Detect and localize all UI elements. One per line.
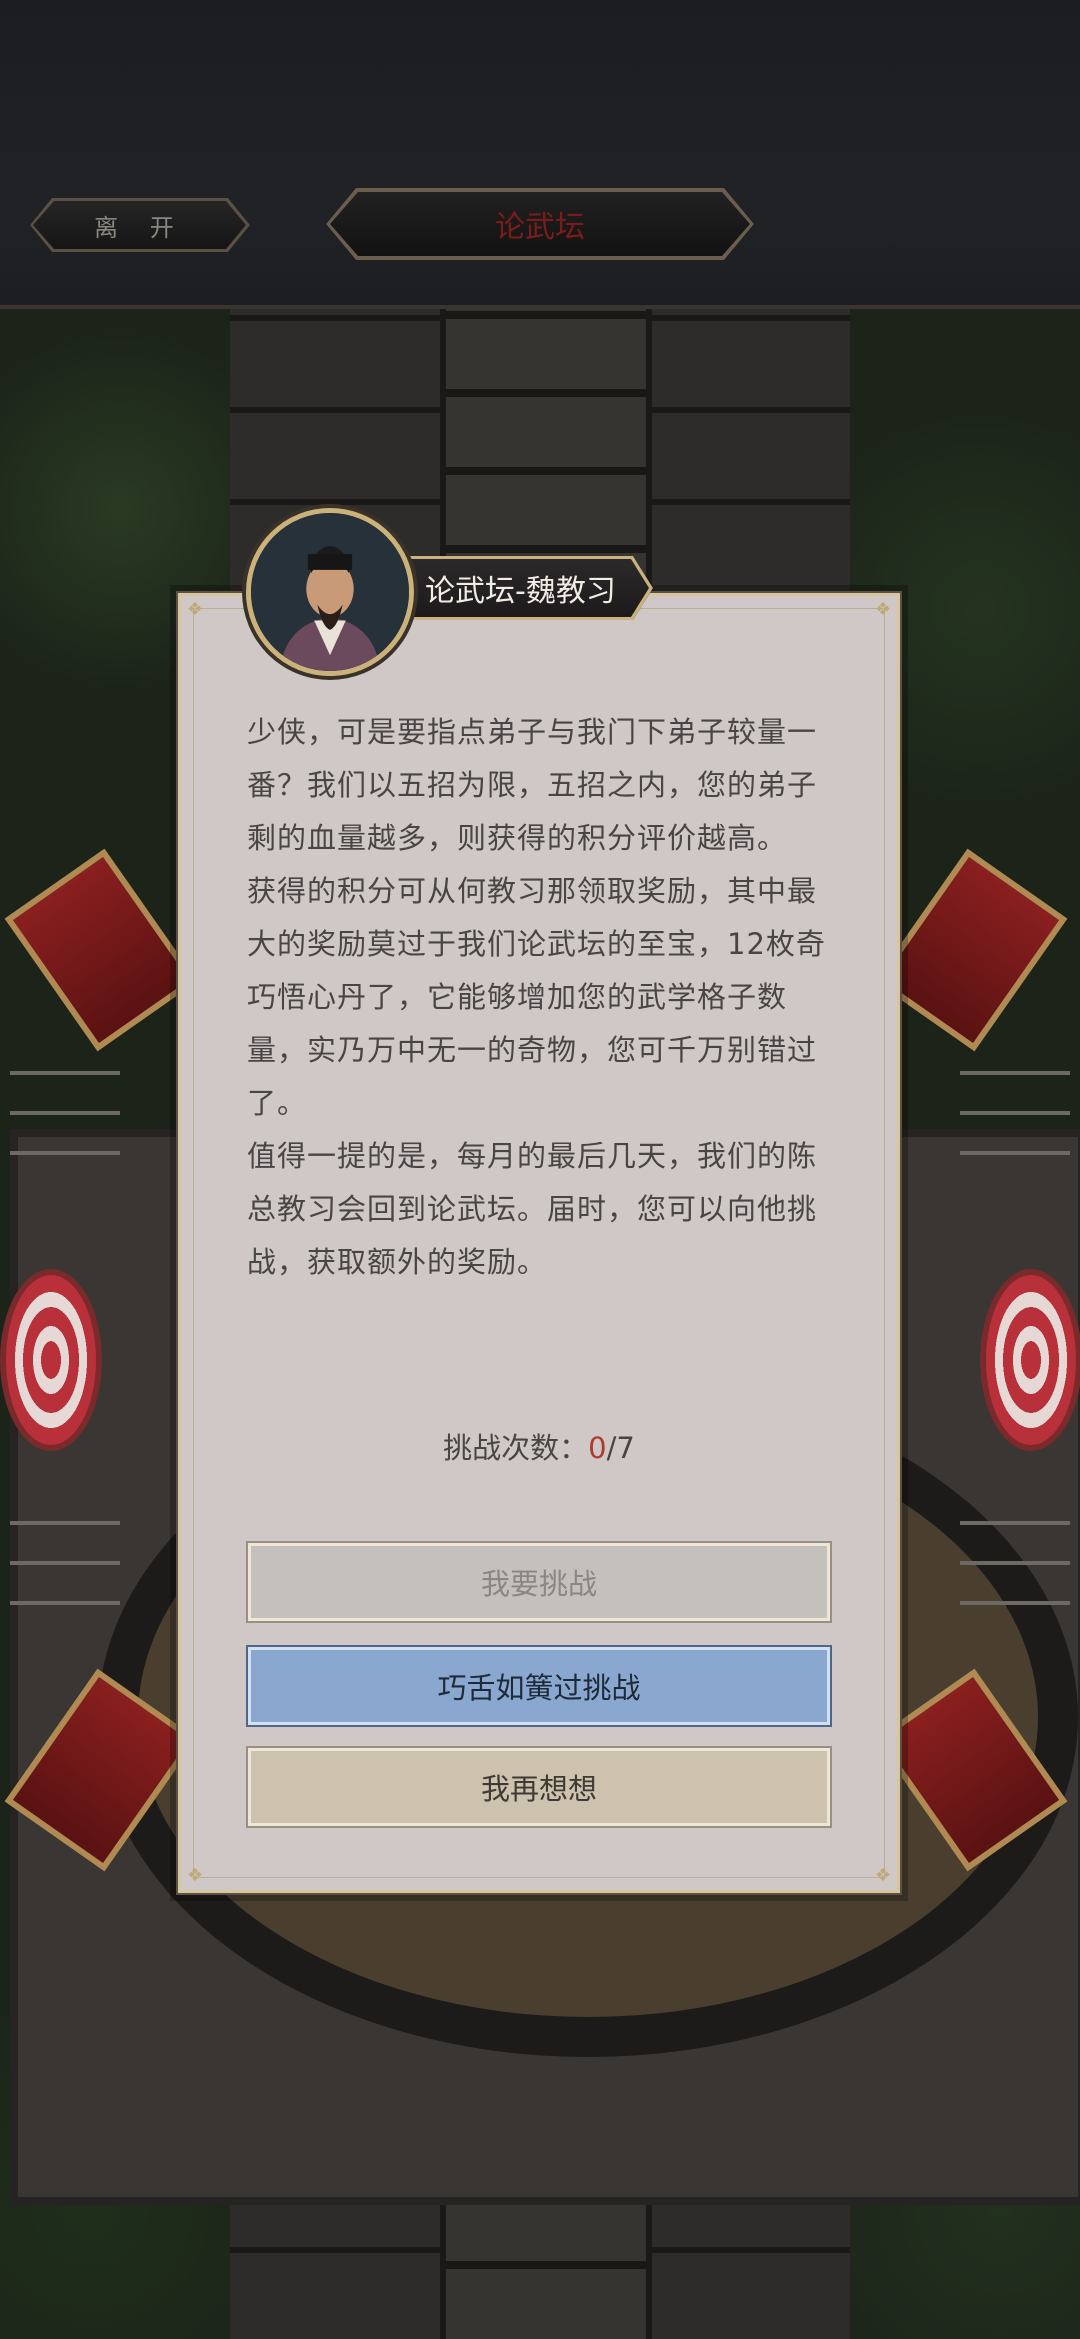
archery-target-icon [0, 1269, 102, 1451]
challenge-button[interactable]: 我要挑战 [246, 1541, 832, 1623]
weapon-rack-icon [960, 1499, 1070, 1629]
weapon-rack-icon [10, 1049, 120, 1179]
dialog-paragraph: 少侠，可是要指点弟子与我门下弟子较量一番？我们以五招为限，五招之内，您的弟子剩的… [247, 715, 818, 855]
corner-ornament-icon: ❖ [874, 599, 892, 620]
dialog-text: 少侠，可是要指点弟子与我门下弟子较量一番？我们以五招为限，五招之内，您的弟子剩的… [247, 706, 827, 1289]
game-screen: 离 开 论武坛 ❖ ❖ ❖ ❖ 论武坛-魏教习 少侠，可是要指点弟子与我门下弟子… [0, 0, 1080, 2339]
weapon-rack-icon [960, 1049, 1070, 1179]
npc-portrait-icon [251, 513, 409, 671]
think-again-button-label: 我再想想 [480, 1772, 597, 1806]
weapon-rack-icon [10, 1499, 120, 1629]
leave-button-label: 离 开 [94, 213, 186, 242]
npc-name: 论武坛-魏教习 [425, 574, 616, 609]
skip-challenge-button[interactable]: 巧舌如簧过挑战 [246, 1645, 832, 1727]
skip-challenge-button-label: 巧舌如簧过挑战 [437, 1671, 641, 1705]
dialog-paragraph: 值得一提的是，每月的最后几天，我们的陈总教习会回到论武坛。届时，您可以向他挑战，… [247, 1139, 818, 1279]
leave-button[interactable]: 离 开 [30, 198, 250, 252]
challenge-count-used: 0 [588, 1431, 607, 1465]
npc-portrait-avatar [246, 508, 414, 676]
archery-target-icon [980, 1269, 1080, 1451]
war-drum-icon [874, 848, 1068, 1052]
corner-ornament-icon: ❖ [186, 1865, 204, 1886]
corner-ornament-icon: ❖ [874, 1865, 892, 1886]
page-title-label: 论武坛 [495, 210, 585, 245]
think-again-button[interactable]: 我再想想 [246, 1746, 832, 1828]
challenge-button-label: 我要挑战 [480, 1567, 597, 1601]
challenge-count-total: /7 [606, 1431, 635, 1465]
npc-name-plate: 论武坛-魏教习 [395, 556, 653, 620]
challenge-count-label: 挑战次数： [443, 1431, 589, 1465]
dialog-paragraph: 获得的积分可从何教习那领取奖励，其中最大的奖励莫过于我们论武坛的至宝，12枚奇巧… [247, 874, 826, 1120]
corner-ornament-icon: ❖ [186, 599, 204, 620]
war-drum-icon [4, 848, 198, 1052]
challenge-count: 挑战次数：0/7 [178, 1425, 900, 1467]
page-title: 论武坛 [326, 188, 754, 260]
top-bar: 离 开 论武坛 [0, 0, 1080, 309]
